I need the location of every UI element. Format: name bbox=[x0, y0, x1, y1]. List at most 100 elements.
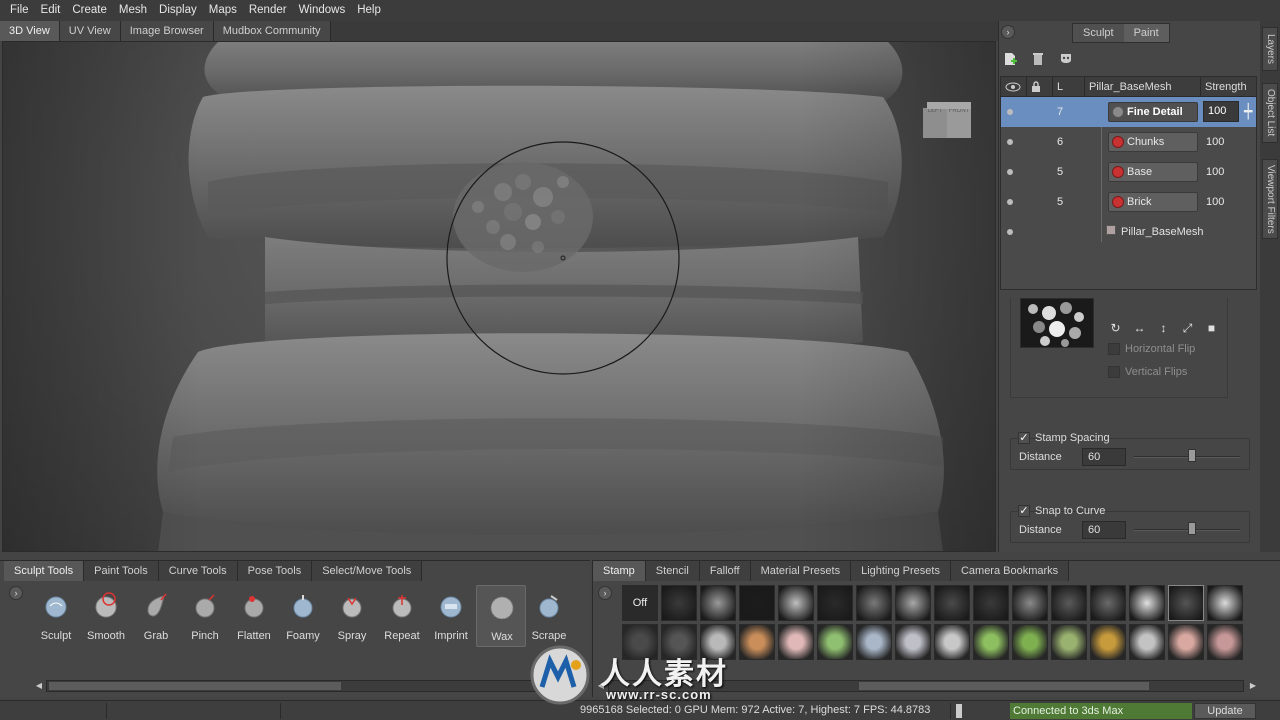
layer-name-button[interactable]: Brick bbox=[1108, 192, 1198, 212]
stamp-thumbnail-item[interactable] bbox=[1090, 585, 1126, 621]
spacing-distance-input[interactable]: 60 bbox=[1082, 448, 1126, 466]
tool-wax[interactable]: Wax bbox=[476, 585, 526, 647]
menu-help[interactable]: Help bbox=[351, 0, 387, 21]
stamp-thumbnail-item[interactable] bbox=[700, 585, 736, 621]
mode-paint-button[interactable]: Paint bbox=[1123, 24, 1169, 42]
tool-scrape[interactable]: Scrape bbox=[524, 585, 574, 647]
tab-select-move-tools[interactable]: Select/Move Tools bbox=[312, 561, 423, 581]
viewcube-front-face[interactable]: FRONT bbox=[947, 108, 971, 138]
tab-uv-view[interactable]: UV View bbox=[59, 21, 121, 41]
visibility-dot[interactable] bbox=[1007, 139, 1013, 145]
stamp-thumbnail-item[interactable] bbox=[1207, 585, 1243, 621]
menu-mesh[interactable]: Mesh bbox=[113, 0, 153, 21]
layer-name-button[interactable]: Base bbox=[1108, 162, 1198, 182]
vertical-flips-option[interactable]: Vertical Flips bbox=[1108, 366, 1187, 378]
stamp-thumbnail-item[interactable] bbox=[934, 585, 970, 621]
tab-paint-tools[interactable]: Paint Tools bbox=[84, 561, 159, 581]
stamp-off[interactable]: Off bbox=[622, 585, 658, 621]
mode-sculpt-button[interactable]: Sculpt bbox=[1073, 24, 1124, 42]
tool-repeat[interactable]: Repeat bbox=[377, 585, 427, 647]
visibility-dot[interactable] bbox=[1007, 199, 1013, 205]
stamp-thumbnail-item[interactable] bbox=[1090, 624, 1126, 660]
stamps-scroll-right-icon[interactable]: ▶ bbox=[1248, 681, 1258, 691]
stamp-thumbnail-item[interactable] bbox=[739, 585, 775, 621]
tool-pinch[interactable]: Pinch bbox=[180, 585, 230, 647]
visibility-dot[interactable] bbox=[1007, 229, 1013, 235]
horizontal-flip-option[interactable]: Horizontal Flip bbox=[1108, 343, 1195, 355]
stamp-thumbnail-item[interactable] bbox=[895, 624, 931, 660]
stamp-spacing-option[interactable]: ✓ Stamp Spacing bbox=[1018, 432, 1110, 444]
tab-lighting-presets[interactable]: Lighting Presets bbox=[851, 561, 951, 581]
tab-mudbox-community[interactable]: Mudbox Community bbox=[213, 21, 331, 41]
new-layer-icon[interactable] bbox=[1003, 52, 1017, 66]
layer-name-header[interactable]: Pillar_BaseMesh bbox=[1085, 77, 1201, 97]
stamp-thumbnail-item[interactable] bbox=[856, 585, 892, 621]
flip-horizontal-icon[interactable]: ↔ bbox=[1132, 321, 1147, 336]
side-tab-object-list[interactable]: Object List bbox=[1262, 83, 1278, 143]
stamp-thumbnail-item[interactable] bbox=[1168, 624, 1204, 660]
tab-material-presets[interactable]: Material Presets bbox=[750, 561, 852, 581]
stamp-thumbnail-item[interactable] bbox=[856, 624, 892, 660]
tools-options-button[interactable]: › bbox=[9, 586, 23, 600]
stamp-thumbnail-item[interactable] bbox=[934, 624, 970, 660]
viewport-3d[interactable]: LEFT FRONT bbox=[2, 41, 996, 552]
menu-render[interactable]: Render bbox=[243, 0, 293, 21]
stamp-thumbnail-item[interactable] bbox=[973, 624, 1009, 660]
tool-smooth[interactable]: Smooth bbox=[81, 585, 131, 647]
snap-distance-slider[interactable] bbox=[1134, 529, 1240, 531]
vertical-flips-checkbox[interactable] bbox=[1108, 366, 1120, 378]
stamp-thumbnail-item[interactable] bbox=[1012, 624, 1048, 660]
tab-falloff[interactable]: Falloff bbox=[699, 561, 751, 581]
tab-pose-tools[interactable]: Pose Tools bbox=[237, 561, 313, 581]
layer-name-button[interactable]: Chunks bbox=[1108, 132, 1198, 152]
spacing-slider-knob[interactable] bbox=[1188, 449, 1197, 462]
side-tab-layers[interactable]: Layers bbox=[1262, 27, 1278, 71]
menu-create[interactable]: Create bbox=[66, 0, 113, 21]
menu-file[interactable]: File bbox=[4, 0, 35, 21]
tab-sculpt-tools[interactable]: Sculpt Tools bbox=[4, 561, 85, 581]
tab-curve-tools[interactable]: Curve Tools bbox=[158, 561, 238, 581]
horizontal-flip-checkbox[interactable] bbox=[1108, 343, 1120, 355]
snap-to-curve-checkbox[interactable]: ✓ bbox=[1018, 505, 1030, 517]
tool-flatten[interactable]: Flatten bbox=[229, 585, 279, 647]
layer-row[interactable]: 5 Brick 100 bbox=[1001, 187, 1256, 217]
expand-panel-button[interactable]: › bbox=[1001, 25, 1015, 39]
tool-grab[interactable]: Grab bbox=[131, 585, 181, 647]
spacing-distance-slider[interactable] bbox=[1134, 456, 1240, 458]
square-icon[interactable]: ■ bbox=[1204, 321, 1219, 336]
stamp-thumbnail-item[interactable] bbox=[817, 624, 853, 660]
layer-row[interactable]: 5 Base 100 bbox=[1001, 157, 1256, 187]
stamp-thumbnail-item[interactable] bbox=[817, 585, 853, 621]
stamps-scrollbar-thumb[interactable] bbox=[859, 682, 1149, 690]
stamp-thumbnail-item[interactable] bbox=[661, 585, 697, 621]
stamps-options-button[interactable]: › bbox=[598, 586, 612, 600]
viewcube[interactable]: LEFT FRONT bbox=[923, 102, 973, 142]
stamp-thumbnail-item[interactable] bbox=[1012, 585, 1048, 621]
fit-icon[interactable]: ⤢ bbox=[1180, 321, 1195, 336]
viewcube-left-face[interactable]: LEFT bbox=[923, 108, 947, 138]
base-mesh-row[interactable]: Pillar_BaseMesh bbox=[1001, 217, 1256, 247]
stamp-thumbnail[interactable] bbox=[1020, 298, 1094, 348]
viewcube-top-face[interactable] bbox=[927, 102, 971, 109]
side-tab-viewport-filters[interactable]: Viewport Filters bbox=[1262, 159, 1278, 239]
flip-vertical-icon[interactable]: ↕ bbox=[1156, 321, 1171, 336]
tab-camera-bookmarks[interactable]: Camera Bookmarks bbox=[950, 561, 1070, 581]
stamp-thumbnail-item[interactable] bbox=[973, 585, 1009, 621]
menu-edit[interactable]: Edit bbox=[35, 0, 67, 21]
rotate-icon[interactable]: ↻ bbox=[1108, 321, 1123, 336]
layer-row[interactable]: 7 Fine Detail 100 ┿ bbox=[1001, 97, 1256, 127]
tool-foamy[interactable]: Foamy bbox=[278, 585, 328, 647]
tool-sculpt[interactable]: Sculpt bbox=[31, 585, 81, 647]
stamp-thumbnail-item[interactable] bbox=[1129, 624, 1165, 660]
menu-maps[interactable]: Maps bbox=[203, 0, 243, 21]
tools-scrollbar-thumb[interactable] bbox=[49, 682, 341, 690]
stamp-thumbnail-item[interactable] bbox=[1051, 585, 1087, 621]
snap-slider-knob[interactable] bbox=[1188, 522, 1197, 535]
layer-strength-input[interactable]: 100 bbox=[1203, 101, 1239, 122]
strength-slider-icon[interactable]: ┿ bbox=[1244, 103, 1252, 120]
tools-scroll-left-icon[interactable]: ◀ bbox=[34, 681, 44, 691]
stamp-thumbnail-item[interactable] bbox=[1207, 624, 1243, 660]
stamp-thumbnail-item[interactable] bbox=[1129, 585, 1165, 621]
menu-windows[interactable]: Windows bbox=[293, 0, 352, 21]
snap-distance-input[interactable]: 60 bbox=[1082, 521, 1126, 539]
